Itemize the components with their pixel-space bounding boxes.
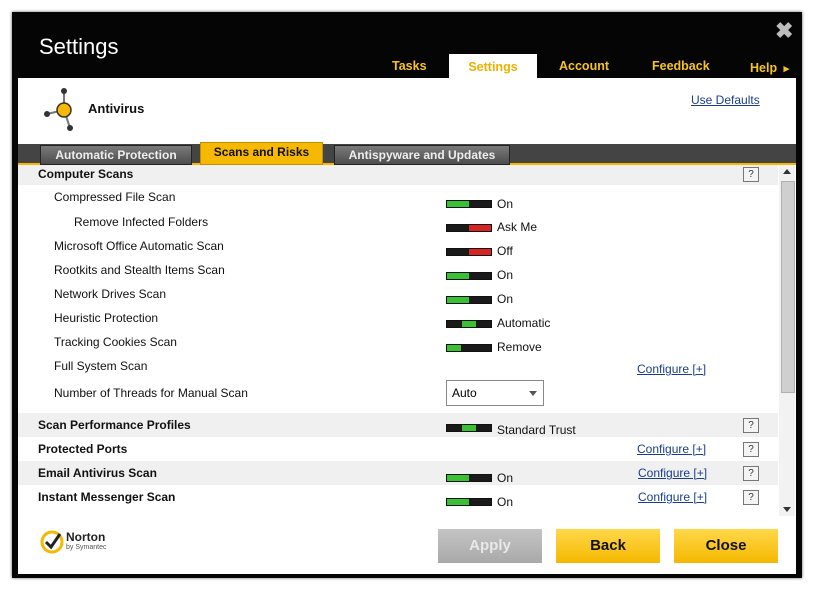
setting-value: Automatic [497,316,551,330]
setting-value: Off [497,244,513,258]
setting-row-tracking: Tracking Cookies Scan Remove [18,329,778,354]
group-protected-ports: Protected Ports Configure [+] ? [18,437,778,461]
nav-tab-tasks[interactable]: Tasks [392,59,427,73]
apply-button[interactable]: Apply [438,529,542,563]
slider-switch[interactable] [446,344,492,352]
close-icon[interactable]: ✖ [775,18,793,44]
configure-link[interactable]: Configure [+] [637,442,706,456]
use-defaults-link[interactable]: Use Defaults [691,93,760,107]
norton-check-icon [40,530,64,554]
settings-window: Settings ✖ Tasks Settings Account Feedba… [12,12,802,578]
toggle-switch[interactable] [446,498,492,506]
antivirus-icon [44,88,73,131]
setting-label: Full System Scan [54,359,148,373]
footer: Norton by Symantec Apply Back Close [18,516,796,574]
chevron-down-icon [529,391,537,396]
setting-value: On [497,268,514,282]
setting-row-network: Network Drives Scan On [18,281,778,306]
section-header: Antivirus Use Defaults [18,78,796,144]
setting-row-rootkits: Rootkits and Stealth Items Scan On [18,257,778,282]
toggle-switch[interactable] [446,200,492,208]
setting-value: On [497,495,514,509]
subtab-scans-and-risks[interactable]: Scans and Risks [200,142,323,165]
group-title: Email Antivirus Scan [38,466,157,480]
setting-label: Tracking Cookies Scan [54,335,177,349]
setting-label: Compressed File Scan [54,190,176,204]
setting-label: Heuristic Protection [54,311,159,325]
close-button[interactable]: Close [674,529,778,563]
scrollbar[interactable] [779,165,795,516]
back-button[interactable]: Back [556,529,660,563]
setting-label: Network Drives Scan [54,287,167,301]
scroll-thumb[interactable] [781,181,795,393]
configure-link[interactable]: Configure [+] [638,466,707,480]
setting-row-threads: Number of Threads for Manual Scan Auto [18,377,778,413]
slider-switch[interactable] [446,320,492,328]
setting-value: Ask Me [497,220,538,234]
setting-value: Standard Trust [497,423,576,437]
nav-tab-help[interactable]: Help ▸ [750,61,789,75]
scroll-up-icon[interactable] [783,169,791,174]
select-value: Auto [452,386,477,400]
window-title: Settings [39,34,119,59]
nav-help-label: Help [750,61,778,75]
threads-select[interactable]: Auto [446,380,544,406]
scroll-down-icon[interactable] [783,507,791,512]
group-title: Protected Ports [38,442,128,456]
toggle-switch[interactable] [446,474,492,482]
help-icon[interactable]: ? [743,466,759,481]
help-icon[interactable]: ? [743,167,759,182]
group-title: Computer Scans [38,167,134,181]
setting-row-remove-infected: Remove Infected Folders Ask Me [18,209,778,234]
setting-row-full-system: Full System Scan Configure [+] [18,353,778,377]
group-im-scan: Instant Messenger Scan On Configure [+] … [18,485,778,509]
settings-list: Computer Scans ? Compressed File Scan On… [18,165,778,516]
subtab-automatic-protection[interactable]: Automatic Protection [40,145,192,165]
help-icon[interactable]: ? [743,490,759,505]
settings-panel: Antivirus Use Defaults Automatic Protect… [18,78,796,516]
chevron-right-icon: ▸ [783,63,790,75]
brand-sub: by Symantec [66,544,107,551]
toggle-switch[interactable] [446,224,492,232]
group-title: Instant Messenger Scan [38,490,176,504]
nav-tab-settings[interactable]: Settings [449,54,537,78]
setting-label: Microsoft Office Automatic Scan [54,239,224,253]
norton-logo: Norton by Symantec [40,528,120,562]
toggle-switch[interactable] [446,248,492,256]
group-scan-performance: Scan Performance Profiles Standard Trust… [18,413,778,437]
group-computer-scans: Computer Scans ? [18,165,778,185]
nav-tab-feedback[interactable]: Feedback [652,59,710,73]
setting-value: Remove [497,340,542,354]
setting-value: On [497,292,514,306]
setting-label: Number of Threads for Manual Scan [54,386,248,400]
setting-row-compressed: Compressed File Scan On [18,185,778,211]
configure-link[interactable]: Configure [+] [638,490,707,504]
group-email-scan: Email Antivirus Scan On Configure [+] ? [18,461,778,485]
setting-label: Rootkits and Stealth Items Scan [54,263,225,277]
group-title: Scan Performance Profiles [38,418,191,432]
brand-name: Norton [66,530,106,544]
setting-value: On [497,471,514,485]
subtab-antispyware-updates[interactable]: Antispyware and Updates [334,145,510,165]
toggle-switch[interactable] [446,296,492,304]
help-icon[interactable]: ? [743,418,759,433]
help-icon[interactable]: ? [743,442,759,457]
toggle-switch[interactable] [446,272,492,280]
nav-tab-account[interactable]: Account [559,59,609,73]
setting-row-ms-office: Microsoft Office Automatic Scan Off [18,233,778,258]
subtab-bar: Automatic Protection Scans and Risks Ant… [18,142,796,165]
setting-row-heuristic: Heuristic Protection Automatic [18,305,778,330]
setting-label: Remove Infected Folders [74,215,209,229]
slider-switch[interactable] [446,424,492,432]
configure-link[interactable]: Configure [+] [637,362,706,376]
section-title: Antivirus [88,101,145,116]
